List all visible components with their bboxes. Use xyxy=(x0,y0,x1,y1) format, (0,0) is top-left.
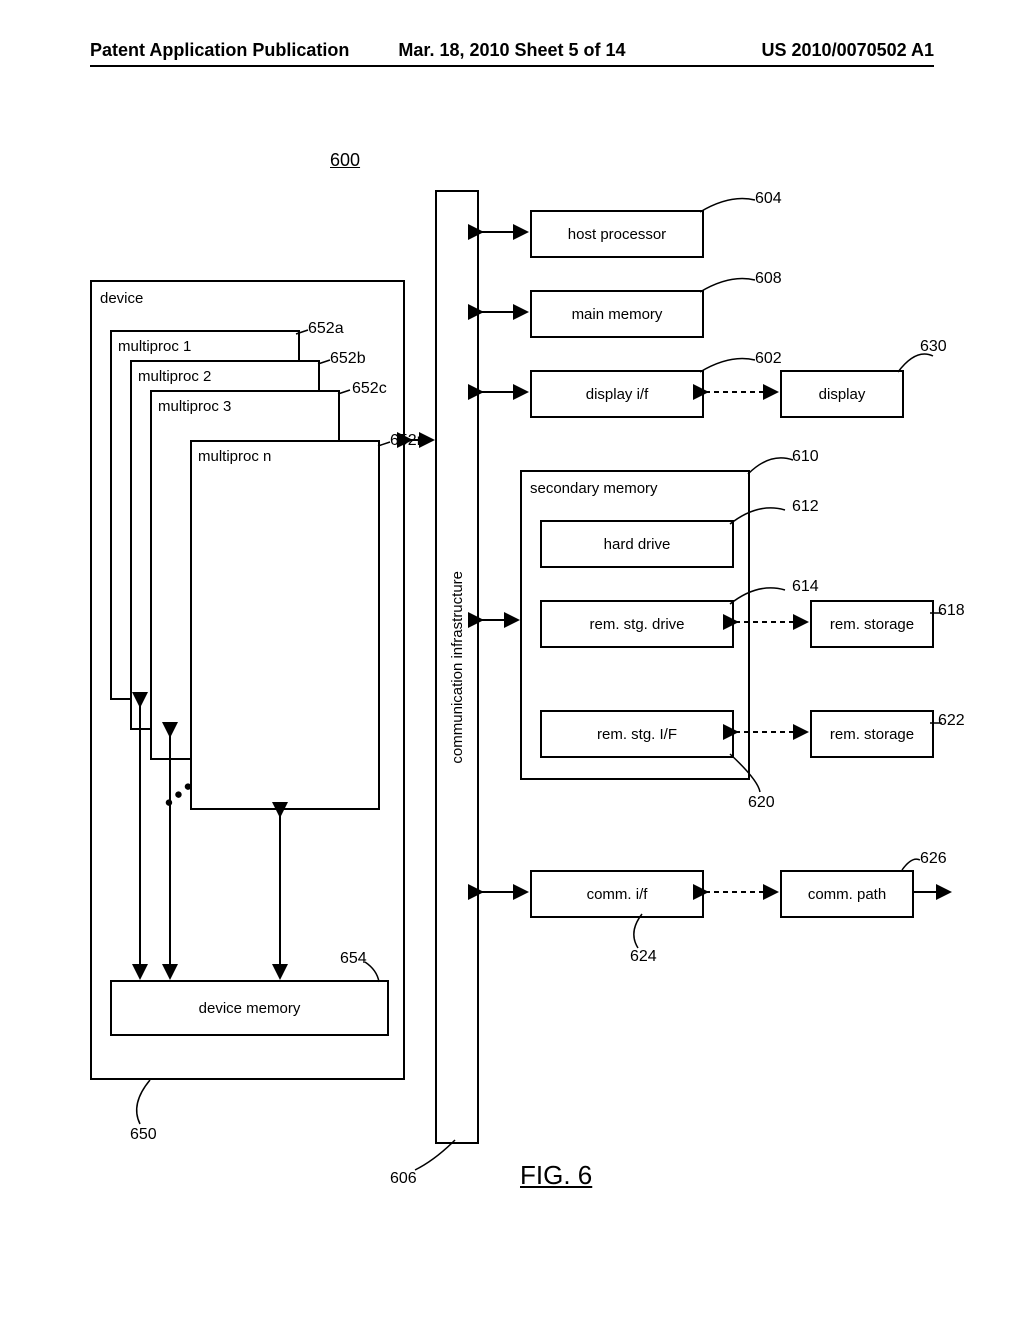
main-memory-label: main memory xyxy=(572,306,663,323)
display-if-box: display i/f xyxy=(530,370,704,418)
ref-dmem: 654 xyxy=(340,950,367,968)
secondary-memory-label: secondary memory xyxy=(530,480,658,497)
ref-secmem: 610 xyxy=(792,448,819,466)
figure-caption: FIG. 6 xyxy=(520,1160,592,1191)
ref-main: 608 xyxy=(755,270,782,288)
communication-infrastructure-bus: communication infrastructure xyxy=(435,190,479,1144)
header-center: Mar. 18, 2010 Sheet 5 of 14 xyxy=(371,40,652,61)
ref-overall: 600 xyxy=(330,150,360,171)
rem-storage-2-label: rem. storage xyxy=(830,726,914,743)
rem-storage-1-label: rem. storage xyxy=(830,616,914,633)
ref-cif: 624 xyxy=(630,948,657,966)
rem-stg-if-box: rem. stg. I/F xyxy=(540,710,734,758)
hard-drive-label: hard drive xyxy=(604,536,671,553)
ref-hdd: 612 xyxy=(792,498,819,516)
ref-dispif: 602 xyxy=(755,350,782,368)
multiproc-1-label: multiproc 1 xyxy=(118,338,191,355)
host-processor-box: host processor xyxy=(530,210,704,258)
ref-rsd: 614 xyxy=(792,578,819,596)
header-left: Patent Application Publication xyxy=(90,40,371,61)
rem-stg-if-label: rem. stg. I/F xyxy=(597,726,677,743)
figure-area: 600 communication infrastructure 606 hos… xyxy=(90,150,934,1270)
device-memory-box: device memory xyxy=(110,980,389,1036)
comm-if-label: comm. i/f xyxy=(587,886,648,903)
main-memory-box: main memory xyxy=(530,290,704,338)
device-label: device xyxy=(100,290,143,307)
multiproc-n-label: multiproc n xyxy=(198,448,271,465)
display-label: display xyxy=(819,386,866,403)
ref-mp2: 652b xyxy=(330,350,366,368)
ref-rsf: 620 xyxy=(748,794,775,812)
comm-path-box: comm. path xyxy=(780,870,914,918)
ref-cp: 626 xyxy=(920,850,947,868)
page-header: Patent Application Publication Mar. 18, … xyxy=(90,40,934,67)
bus-label: communication infrastructure xyxy=(449,571,466,764)
multiproc-n-box: multiproc n xyxy=(190,440,380,810)
device-memory-label: device memory xyxy=(199,1000,301,1017)
display-if-label: display i/f xyxy=(586,386,649,403)
display-box: display xyxy=(780,370,904,418)
ref-device: 650 xyxy=(130,1126,157,1144)
comm-path-label: comm. path xyxy=(808,886,886,903)
ref-rs1: 618 xyxy=(938,602,965,620)
rem-stg-drive-label: rem. stg. drive xyxy=(589,616,684,633)
multiproc-3-label: multiproc 3 xyxy=(158,398,231,415)
ref-display: 630 xyxy=(920,338,947,356)
rem-storage-1-box: rem. storage xyxy=(810,600,934,648)
host-processor-label: host processor xyxy=(568,226,666,243)
comm-if-box: comm. i/f xyxy=(530,870,704,918)
rem-stg-drive-box: rem. stg. drive xyxy=(540,600,734,648)
ref-bus: 606 xyxy=(390,1170,417,1188)
hard-drive-box: hard drive xyxy=(540,520,734,568)
ref-mp3: 652c xyxy=(352,380,387,398)
header-right: US 2010/0070502 A1 xyxy=(653,40,934,61)
multiproc-2-label: multiproc 2 xyxy=(138,368,211,385)
rem-storage-2-box: rem. storage xyxy=(810,710,934,758)
ref-host: 604 xyxy=(755,190,782,208)
ref-rs2: 622 xyxy=(938,712,965,730)
ref-mpn: 652n xyxy=(390,432,426,450)
ref-mp1: 652a xyxy=(308,320,344,338)
